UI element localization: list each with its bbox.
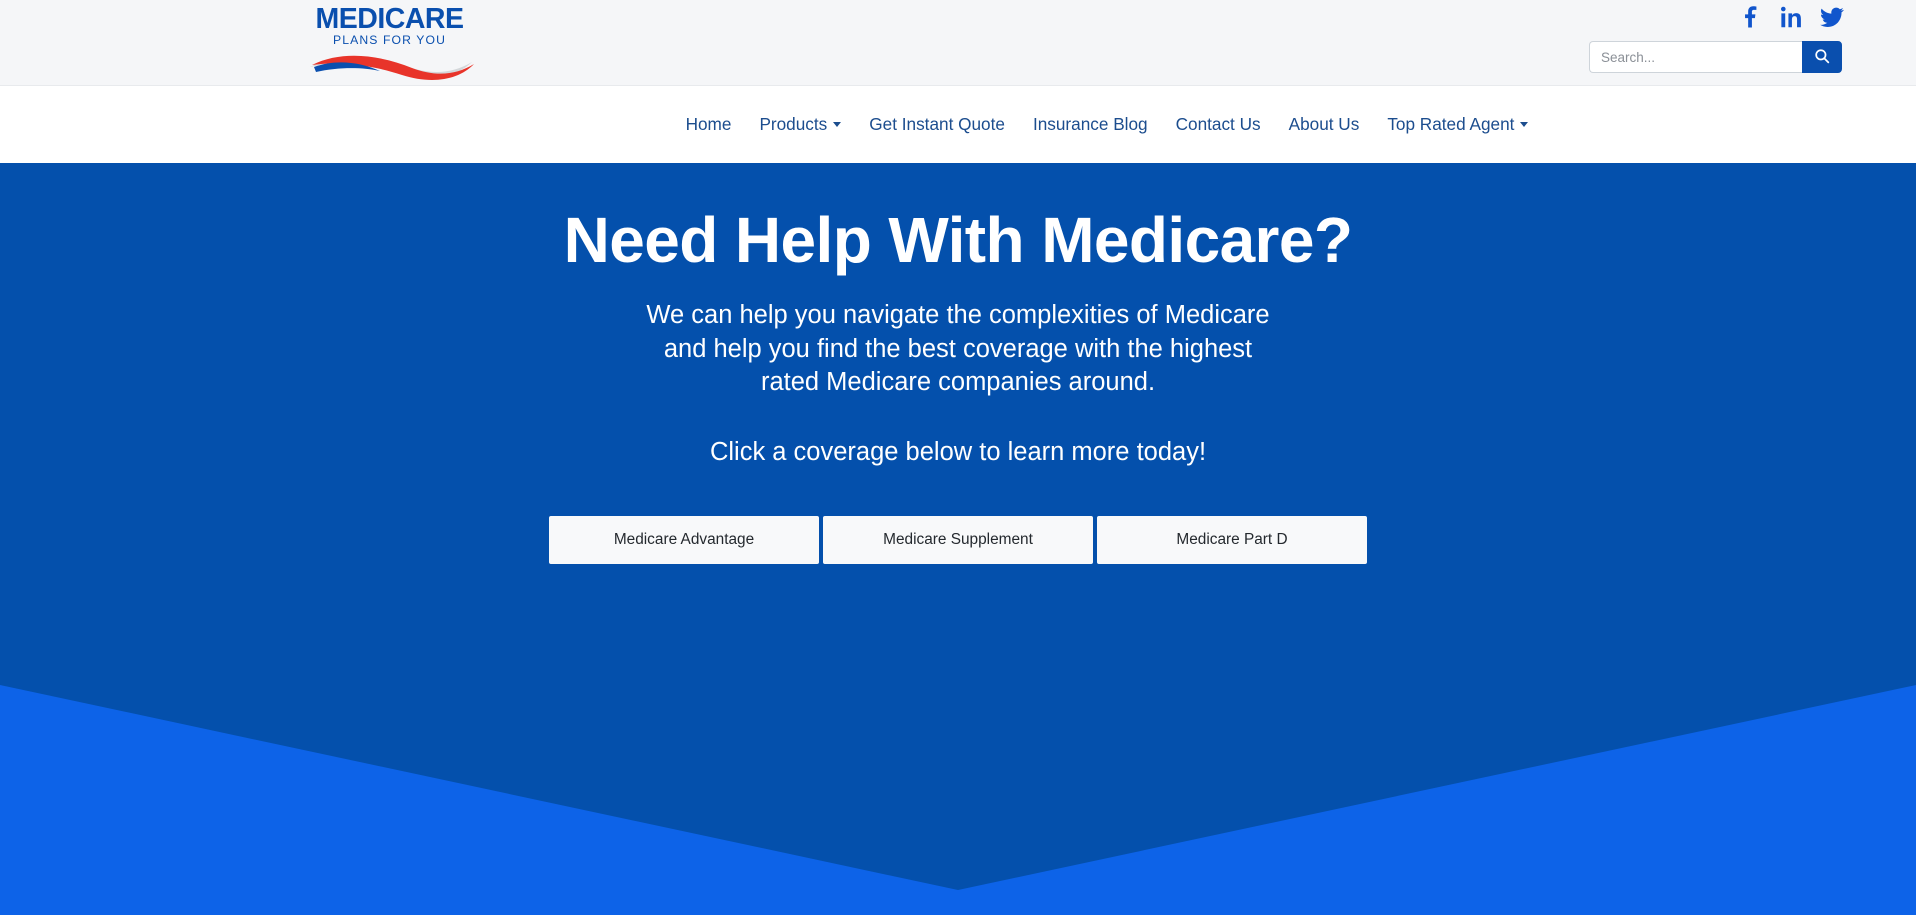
- social-links: [1740, 4, 1844, 30]
- logo-swoosh-graphic: [310, 56, 474, 81]
- nav-list: Home Products Get Instant Quote Insuranc…: [672, 114, 1543, 135]
- twitter-icon[interactable]: [1820, 4, 1844, 30]
- nav-item-products[interactable]: Products: [745, 114, 855, 135]
- medicare-part-d-button[interactable]: Medicare Part D: [1097, 515, 1367, 564]
- logo-tagline: PLANS FOR YOU: [333, 32, 446, 47]
- nav-item-top-rated-agent[interactable]: Top Rated Agent: [1373, 114, 1542, 135]
- hero-coverage-buttons: Medicare Advantage Medicare Supplement M…: [0, 515, 1916, 564]
- nav-item-get-instant-quote[interactable]: Get Instant Quote: [855, 114, 1019, 135]
- nav-label: Get Instant Quote: [869, 114, 1005, 134]
- nav-label: About Us: [1288, 114, 1360, 134]
- facebook-icon[interactable]: [1740, 4, 1762, 30]
- search-submit-button[interactable]: [1802, 41, 1842, 73]
- search-form: [1589, 41, 1842, 73]
- medicare-advantage-button[interactable]: Medicare Advantage: [549, 515, 819, 564]
- nav-label: Insurance Blog: [1032, 114, 1148, 134]
- nav-label: Top Rated Agent: [1387, 114, 1515, 134]
- linkedin-icon[interactable]: [1780, 4, 1802, 30]
- hero-wedge-decoration: [0, 685, 1916, 915]
- nav-item-contact-us[interactable]: Contact Us: [1162, 114, 1275, 135]
- logo-wordmark: MEDICARE: [315, 3, 464, 35]
- nav-label: Products: [759, 114, 828, 134]
- hero-content: Need Help With Medicare? We can help you…: [0, 163, 1916, 564]
- hero-subtitle: We can help you navigate the complexitie…: [0, 299, 1916, 401]
- hero-banner: Need Help With Medicare? We can help you…: [0, 163, 1916, 915]
- chevron-down-icon: [1520, 122, 1529, 127]
- hero-cta-text: Click a coverage below to learn more tod…: [709, 438, 1207, 467]
- nav-item-insurance-blog[interactable]: Insurance Blog: [1019, 114, 1162, 135]
- hero-subtitle-line-1: We can help you navigate the complexitie…: [646, 300, 1270, 329]
- chevron-down-icon: [833, 122, 842, 127]
- search-icon: [1814, 48, 1830, 67]
- hero-subtitle-line-2: and help you find the best coverage with…: [663, 334, 1253, 363]
- main-navigation: Home Products Get Instant Quote Insuranc…: [0, 86, 1916, 163]
- nav-label: Contact Us: [1175, 114, 1261, 134]
- hero-subtitle-line-3: rated Medicare companies around.: [760, 368, 1156, 397]
- nav-label: Home: [685, 114, 732, 134]
- search-input[interactable]: [1589, 41, 1802, 73]
- hero-title: Need Help With Medicare?: [563, 204, 1353, 276]
- site-logo[interactable]: MEDICARE PLANS FOR YOU: [302, 2, 477, 81]
- top-utility-bar: MEDICARE PLANS FOR YOU: [0, 0, 1916, 86]
- nav-item-home[interactable]: Home: [672, 114, 746, 135]
- medicare-supplement-button[interactable]: Medicare Supplement: [823, 515, 1093, 564]
- nav-item-about-us[interactable]: About Us: [1275, 114, 1374, 135]
